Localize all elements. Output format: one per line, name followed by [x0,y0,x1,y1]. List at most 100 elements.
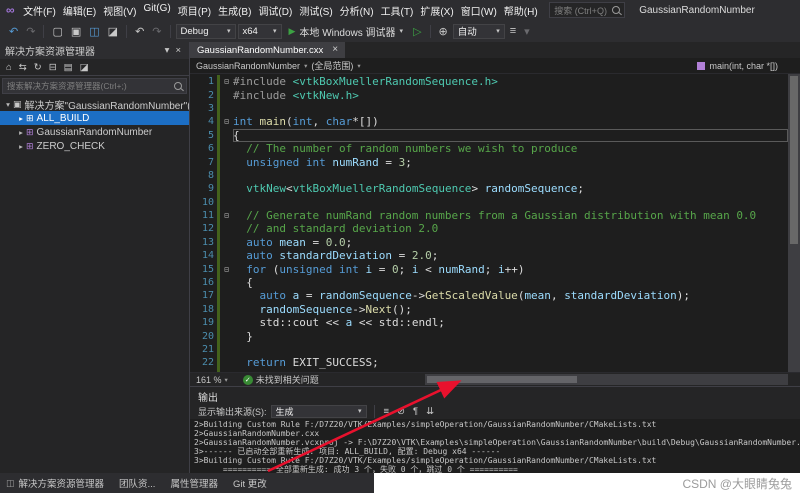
code-line[interactable]: 7 unsigned int numRand = 3; [190,155,788,169]
chevron-right-icon[interactable]: ▸ [16,114,26,123]
code-line[interactable]: 9 vtkNew < vtkBoxMuellerRandomSequence > ra… [190,182,788,196]
collapse-all-icon[interactable]: ⊟ [46,62,60,73]
window-position-icon[interactable]: ▾ [162,45,173,56]
undo-icon[interactable]: ↶ [132,25,147,38]
code-line[interactable]: 19 std::cout << a << std::endl; [190,316,788,330]
menu-item[interactable]: 编辑(E) [59,3,99,18]
line-number[interactable]: 7 [190,157,214,168]
line-number[interactable]: 13 [190,237,214,248]
code-line[interactable]: 21 [190,342,788,357]
code-line[interactable]: 13 auto mean = 0.0; [190,235,788,250]
code-line[interactable]: 17 auto a = randomSequence -> GetScaledVal… [190,289,788,303]
line-number[interactable]: 17 [190,290,214,301]
code-line[interactable]: 11 ⊟ // Generate numRand random numbers f… [190,208,788,223]
code-line[interactable]: 4 ⊟ int main(int, char *[]) [190,115,788,129]
line-number[interactable]: 15 [190,264,214,275]
fold-collapse-icon[interactable]: ⊟ [220,117,233,126]
tree-item[interactable]: ▸ ⊞ ZERO_CHECK [0,139,189,153]
output-text[interactable]: 2>Building Custom Rule F:/D7Z20/VTK/Exam… [190,419,800,473]
menu-item[interactable]: 测试(S) [296,3,336,18]
save-all-icon[interactable]: ◪ [105,25,121,38]
line-number[interactable]: 16 [190,277,214,288]
navigate-back-icon[interactable]: ↶ [6,25,21,38]
breadcrumb-project[interactable]: GaussianRandomNumber [196,61,300,71]
line-number[interactable]: 14 [190,250,214,261]
code-line[interactable]: 6 // The number of random numbers we wis… [190,141,788,156]
line-number[interactable]: 21 [190,344,214,355]
clear-all-icon[interactable]: ⊘ [395,406,407,417]
switch-views-icon[interactable]: ⇆ [16,62,30,73]
vertical-scrollbar-thumb[interactable] [790,76,798,244]
line-number[interactable]: 5 [190,130,214,141]
close-icon[interactable]: × [172,45,184,56]
chevron-right-icon[interactable]: ▸ [16,142,26,151]
new-file-icon[interactable]: ▢ [49,25,65,38]
code-line[interactable]: 8 [190,168,788,183]
line-number[interactable]: 1 [190,76,214,87]
tool-window-tab[interactable]: Git 更改 [233,476,267,490]
quick-search-box[interactable]: 搜索 (Ctrl+Q) [549,2,626,18]
chevron-right-icon[interactable]: ▸ [16,128,26,137]
show-all-files-icon[interactable]: ▤ [61,62,76,73]
redo-icon[interactable]: ↷ [149,25,164,38]
start-without-debug-icon[interactable]: ▷ [410,25,424,38]
tool-window-tab[interactable]: 团队资... [119,476,155,490]
chevron-down-icon[interactable]: ▾ [3,100,13,109]
code-line[interactable]: 18 randomSequence -> Next (); [190,302,788,317]
menu-item[interactable]: 调试(D) [255,3,296,18]
tree-item[interactable]: ▸ ⊞ ALL_BUILD [0,111,189,125]
menu-item[interactable]: 扩展(X) [417,3,457,18]
code-line[interactable]: 20 } [190,329,788,343]
save-icon[interactable]: ◫ [86,25,102,38]
line-number[interactable]: 6 [190,143,214,154]
menu-item[interactable]: 视图(V) [100,3,140,18]
fold-collapse-icon[interactable]: ⊟ [220,77,233,86]
close-icon[interactable]: × [332,45,338,55]
navigate-forward-icon[interactable]: ↷ [23,25,38,38]
menu-item[interactable]: 工具(T) [377,3,417,18]
tree-item[interactable]: ▸ ⊞ GaussianRandomNumber [0,125,189,139]
document-tab[interactable]: GaussianRandomNumber.cxx × [190,42,346,58]
line-number[interactable]: 19 [190,317,214,328]
menu-item[interactable]: 窗口(W) [457,3,500,18]
menu-item[interactable]: 项目(P) [174,3,214,18]
toolbar-overflow-icon[interactable]: ▾ [521,25,533,38]
line-number[interactable]: 4 [190,116,214,127]
code-line[interactable]: 14 auto standardDeviation = 2.0; [190,249,788,263]
health-check-icon[interactable]: ✓ [242,374,253,385]
solution-platform-select[interactable]: x64 ▾ [237,23,282,39]
line-number[interactable]: 18 [190,304,214,315]
tool-window-tab[interactable]: ◫ 解决方案资源管理器 [6,476,104,491]
line-number[interactable]: 9 [190,183,214,194]
code-editor[interactable]: 1 ⊟ #include <vtkBoxMuellerRandomSequence.… [190,74,800,372]
line-number[interactable]: 3 [190,103,214,114]
autoscroll-icon[interactable]: ⇊ [424,406,436,417]
fold-collapse-icon[interactable]: ⊟ [220,265,233,274]
output-source-select[interactable]: 生成 ▾ [270,404,367,418]
fold-collapse-icon[interactable]: ⊟ [220,211,233,220]
code-line[interactable]: 2 #include <vtkNew.h> [190,88,788,102]
horizontal-scrollbar[interactable] [425,374,788,385]
line-number[interactable]: 12 [190,223,214,234]
line-number[interactable]: 2 [190,90,214,101]
line-number[interactable]: 11 [190,210,214,221]
line-number[interactable]: 20 [190,331,214,342]
vertical-scrollbar[interactable] [788,74,800,372]
menu-item[interactable]: Git(G) [140,3,174,18]
menu-item[interactable]: 文件(F) [20,3,60,18]
properties-icon[interactable]: ◪ [77,62,92,73]
code-line[interactable]: 3 [190,101,788,116]
output-panel-title[interactable]: 输出 [190,387,800,404]
messages-icon[interactable]: ≡ [382,406,392,417]
open-file-icon[interactable]: ▣ [68,25,84,38]
line-number[interactable]: 22 [190,357,214,368]
menu-item[interactable]: 生成(B) [215,3,255,18]
toolbar-options-icon[interactable]: ≡ [507,25,519,37]
code-line[interactable]: 1 ⊟ #include <vtkBoxMuellerRandomSequence.… [190,75,788,89]
solution-search-box[interactable]: 搜索解决方案资源管理器(Ctrl+;) [2,78,187,94]
line-number[interactable]: 10 [190,197,214,208]
code-area[interactable]: 1 ⊟ #include <vtkBoxMuellerRandomSequence.… [190,75,788,372]
home-icon[interactable]: ⌂ [3,62,15,73]
word-wrap-icon[interactable]: ¶ [411,406,420,417]
menu-item[interactable]: 帮助(H) [500,3,541,18]
